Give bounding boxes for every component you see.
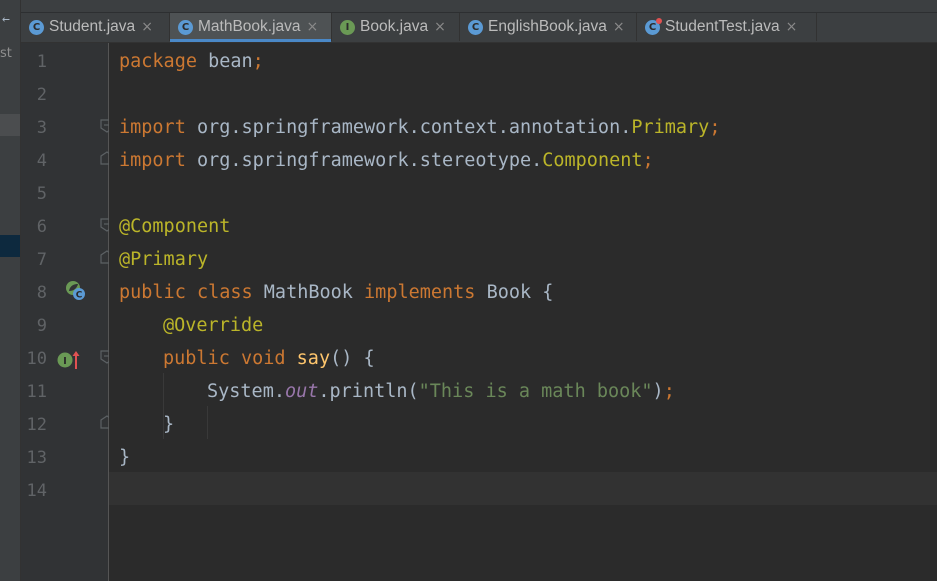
spring-bean-icon[interactable]: C <box>65 280 85 300</box>
code-line-7[interactable]: @Primary <box>119 243 208 276</box>
editor-tab-bar: C Student.java × C MathBook.java × I Boo… <box>21 0 937 43</box>
project-tree-row[interactable] <box>0 114 20 136</box>
project-tree-fragment: st <box>0 46 12 61</box>
tab-student-java[interactable]: C Student.java × <box>21 13 170 41</box>
code-editor[interactable]: package bean; import org.springframework… <box>109 43 937 581</box>
close-icon[interactable]: × <box>141 19 153 35</box>
code-line-8[interactable]: public class MathBook implements Book { <box>119 276 553 309</box>
close-icon[interactable]: × <box>613 19 625 35</box>
svg-text:C: C <box>76 291 83 301</box>
line-number: 9 <box>36 316 47 336</box>
tab-label: EnglishBook.java <box>488 18 607 35</box>
code-line-4[interactable]: import org.springframework.stereotype.Co… <box>119 144 654 177</box>
line-number: 14 <box>26 481 47 501</box>
project-tree-selected-row[interactable] <box>0 235 20 257</box>
interface-icon: I <box>340 19 355 35</box>
tab-label: StudentTest.java <box>665 18 780 35</box>
line-number: 4 <box>36 151 47 171</box>
indent-guide <box>207 406 208 439</box>
line-number: 8 <box>36 283 47 303</box>
line-number: 2 <box>36 85 47 105</box>
tab-englishbook-java[interactable]: C EnglishBook.java × <box>460 13 637 41</box>
tab-label: MathBook.java <box>198 18 301 35</box>
svg-text:I: I <box>63 356 67 367</box>
code-line-11[interactable]: System.out.println("This is a math book"… <box>207 375 675 408</box>
project-panel-edge[interactable]: ← st <box>0 0 21 581</box>
tab-book-java[interactable]: I Book.java × <box>332 13 460 41</box>
code-line-3[interactable]: import org.springframework.context.annot… <box>119 111 720 144</box>
class-icon: C <box>178 19 193 35</box>
line-number: 3 <box>36 118 47 138</box>
line-number: 13 <box>26 448 47 468</box>
collapse-arrow-icon[interactable]: ← <box>2 12 10 27</box>
line-number: 10 <box>26 349 47 369</box>
tab-mathbook-java[interactable]: C MathBook.java × <box>170 13 332 42</box>
code-line-6[interactable]: @Component <box>119 210 230 243</box>
current-line-highlight <box>109 472 937 505</box>
code-line-10[interactable]: public void say() { <box>163 342 375 375</box>
tab-label: Book.java <box>360 18 429 35</box>
test-class-icon: C <box>645 17 662 35</box>
code-line-1[interactable]: package bean; <box>119 45 264 78</box>
tab-label: Student.java <box>49 18 136 35</box>
close-icon[interactable]: × <box>307 19 319 35</box>
line-number: 5 <box>36 184 47 204</box>
class-icon: C <box>29 19 44 35</box>
close-icon[interactable]: × <box>786 19 798 35</box>
line-number: 7 <box>36 250 47 270</box>
tab-studenttest-java[interactable]: C StudentTest.java × <box>637 13 817 41</box>
code-line-13[interactable]: } <box>119 441 130 474</box>
line-number: 11 <box>26 382 47 402</box>
code-line-12[interactable]: } <box>163 408 174 441</box>
class-icon: C <box>468 19 483 35</box>
implements-method-icon[interactable]: I <box>56 349 80 369</box>
close-icon[interactable]: × <box>434 19 446 35</box>
code-line-9[interactable]: @Override <box>163 309 263 342</box>
editor-gutter[interactable]: 1 2 3 4 5 6 7 8 9 10 11 12 13 14 C I <box>21 43 114 581</box>
line-number: 12 <box>26 415 47 435</box>
line-number: 6 <box>36 217 47 237</box>
line-number: 1 <box>36 52 47 72</box>
